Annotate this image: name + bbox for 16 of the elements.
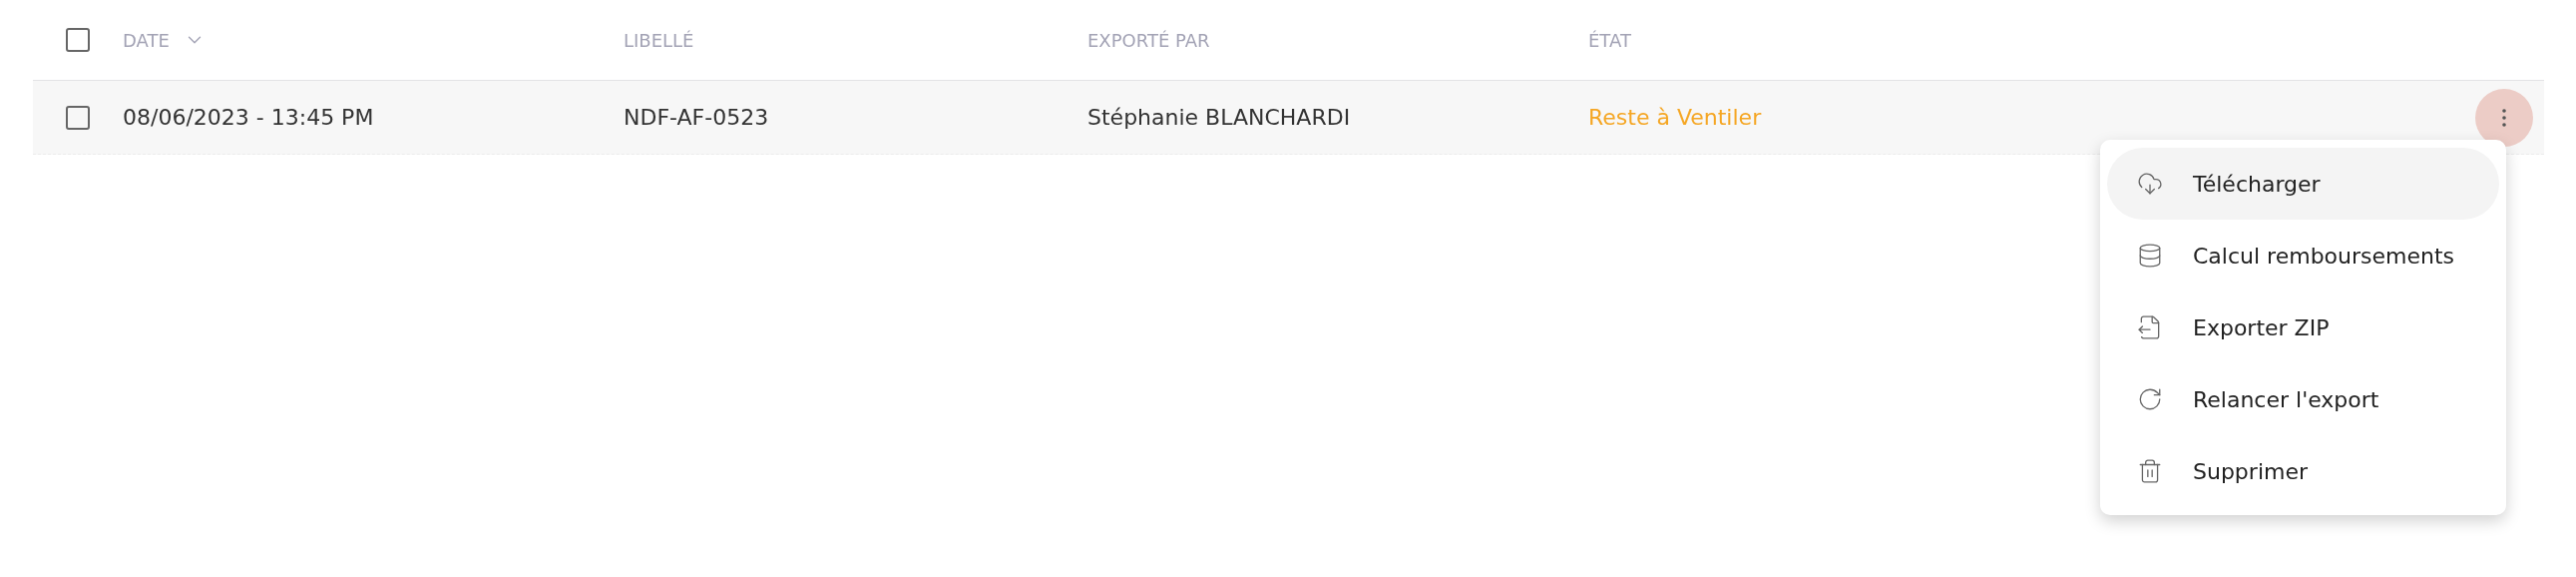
table-cell-text: Stéphanie BLANCHARDI bbox=[1087, 105, 1352, 130]
refresh-icon bbox=[2137, 386, 2163, 412]
menu-item[interactable]: Exporter ZIP bbox=[2107, 291, 2499, 363]
menu-item[interactable]: Supprimer bbox=[2107, 435, 2499, 507]
menu-item[interactable]: Relancer l'export bbox=[2107, 363, 2499, 435]
status-text: Reste à Ventiler bbox=[1588, 105, 1763, 130]
more-icon bbox=[2502, 108, 2506, 127]
select-all-checkbox[interactable] bbox=[66, 28, 90, 52]
cloud-download-icon bbox=[2137, 171, 2163, 197]
menu-item[interactable]: Calcul remboursements bbox=[2107, 220, 2499, 291]
table-cell-text: NDF-AF-0523 bbox=[624, 105, 770, 130]
trash-icon bbox=[2137, 458, 2163, 484]
coin-stack-icon bbox=[2137, 243, 2163, 269]
row-checkbox[interactable] bbox=[66, 105, 90, 130]
menu-item[interactable]: Télécharger bbox=[2107, 148, 2499, 220]
table-cell-text: 08/06/2023 - 13:45 PM bbox=[123, 105, 375, 130]
